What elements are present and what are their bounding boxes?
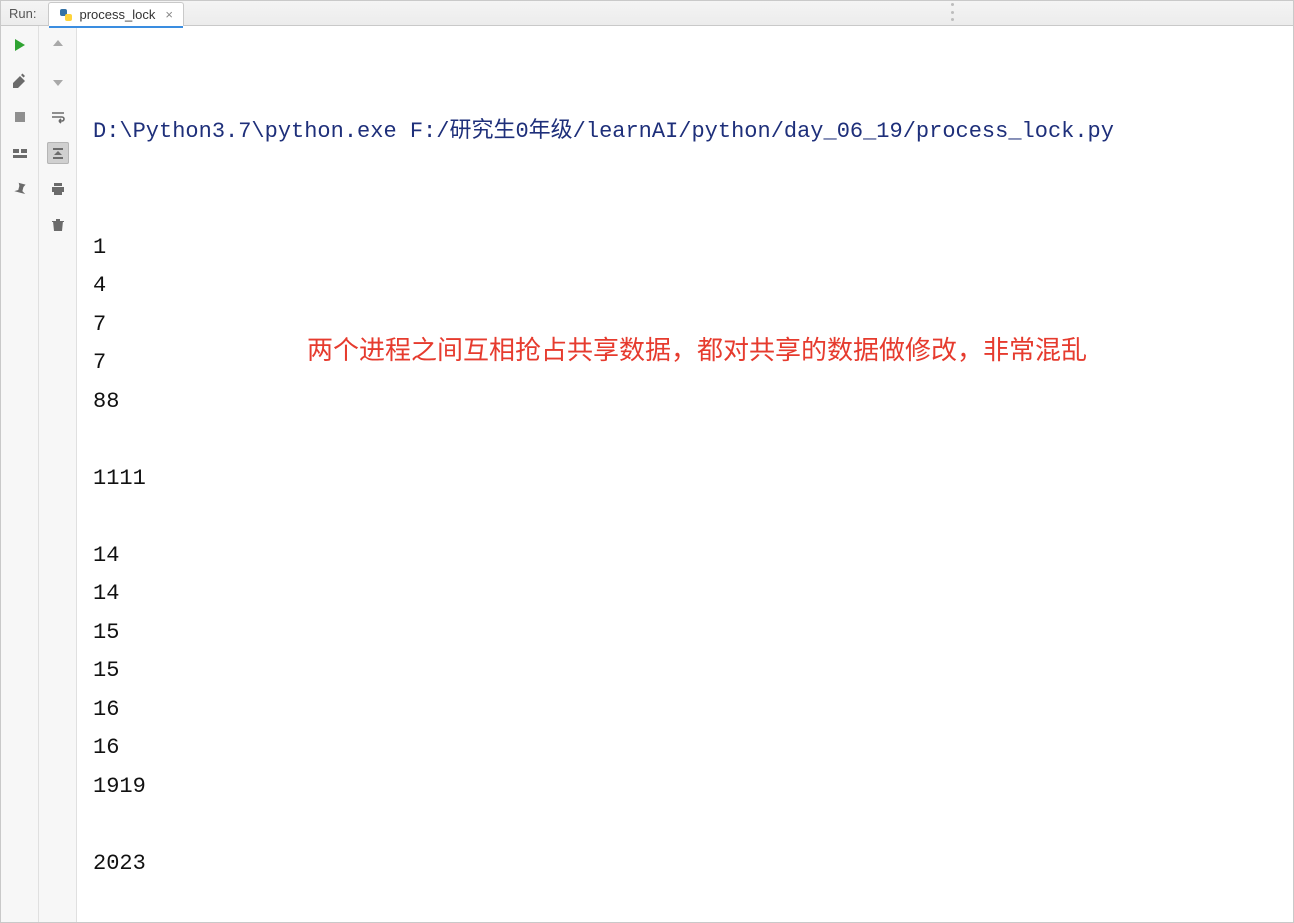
splitter-handle-icon[interactable] <box>951 3 954 21</box>
output-line: 1919 <box>93 768 1281 807</box>
output-line: 1111 <box>93 460 1281 499</box>
output-line <box>93 498 1281 537</box>
tab-process-lock[interactable]: process_lock × <box>48 2 183 26</box>
output-line <box>93 806 1281 845</box>
output-line: 88 <box>93 383 1281 422</box>
edit-config-button[interactable] <box>9 70 31 92</box>
up-stack-button[interactable] <box>47 34 69 56</box>
output-line: 16 <box>93 729 1281 768</box>
output-line: 4 <box>93 267 1281 306</box>
output-line: 15 <box>93 652 1281 691</box>
output-line: 16 <box>93 691 1281 730</box>
down-stack-button[interactable] <box>47 70 69 92</box>
soft-wrap-button[interactable] <box>47 106 69 128</box>
output-line: 2023 <box>93 845 1281 884</box>
run-tool-window: Run: process_lock × <box>0 0 1294 923</box>
output-line: 14 <box>93 575 1281 614</box>
print-button[interactable] <box>47 178 69 200</box>
output-line: 15 <box>93 614 1281 653</box>
rerun-button[interactable] <box>9 34 31 56</box>
python-file-icon <box>59 8 73 22</box>
run-body: D:\Python3.7\python.exe F:/研究生0年级/learnA… <box>1 26 1293 922</box>
output-line: 1 <box>93 229 1281 268</box>
pin-button[interactable] <box>9 178 31 200</box>
run-mid-toolbar <box>39 26 77 922</box>
output-line <box>93 883 1281 922</box>
close-icon[interactable]: × <box>165 8 173 21</box>
run-label: Run: <box>9 6 36 21</box>
scroll-to-end-button[interactable] <box>47 142 69 164</box>
output-line <box>93 421 1281 460</box>
layout-button[interactable] <box>9 142 31 164</box>
run-tabbar: Run: process_lock × <box>1 1 1293 26</box>
run-left-toolbar <box>1 26 39 922</box>
output-line: 26 <box>93 922 1281 923</box>
stop-button[interactable] <box>9 106 31 128</box>
console-output[interactable]: D:\Python3.7\python.exe F:/研究生0年级/learnA… <box>77 26 1293 922</box>
command-line: D:\Python3.7\python.exe F:/研究生0年级/learnA… <box>93 113 1281 152</box>
tab-label: process_lock <box>79 7 155 22</box>
output-line: 14 <box>93 537 1281 576</box>
clear-all-button[interactable] <box>47 214 69 236</box>
annotation-text: 两个进程之间互相抢占共享数据，都对共享的数据做修改，非常混乱 <box>307 328 1087 374</box>
